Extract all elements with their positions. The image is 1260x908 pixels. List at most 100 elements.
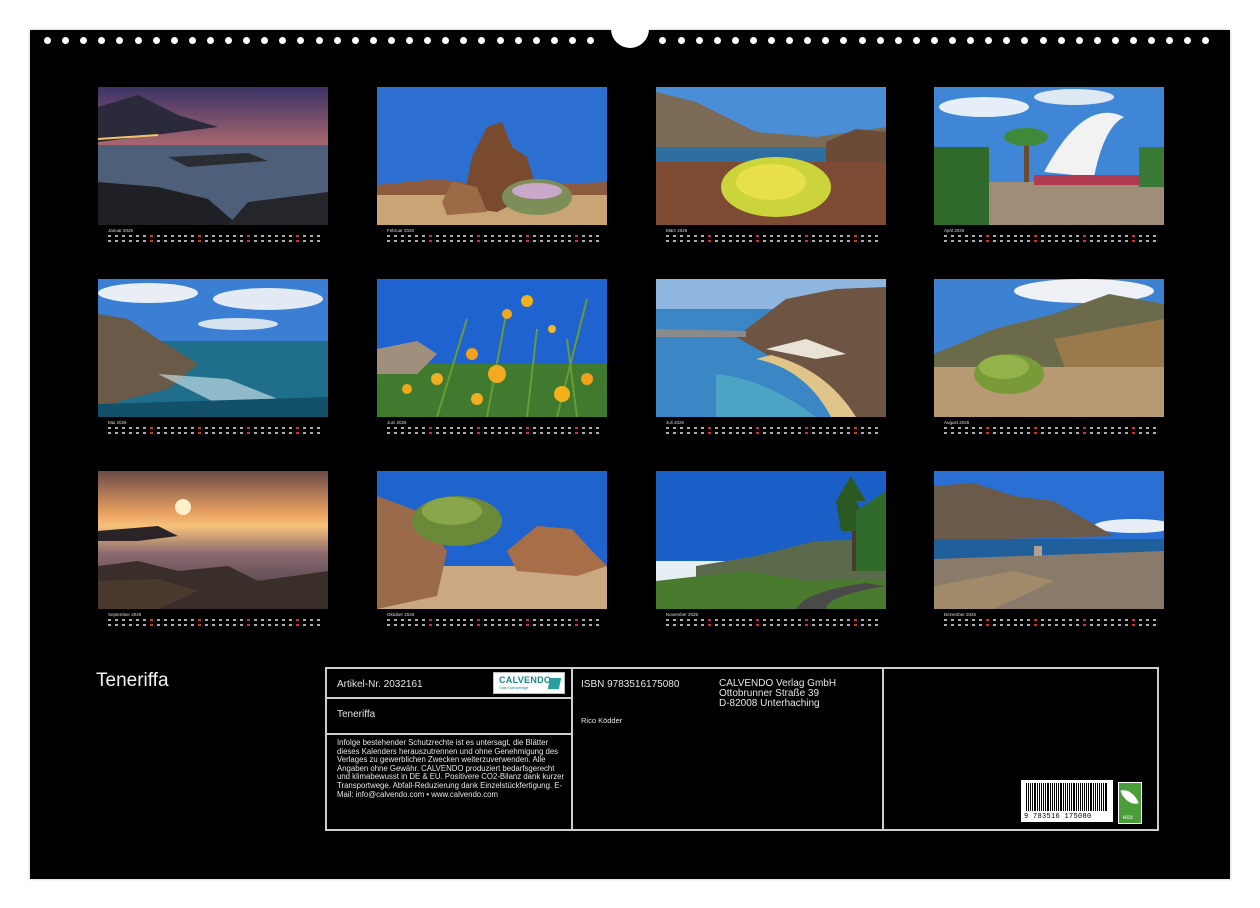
month-november[interactable]: November 2026 [656,471,886,631]
month-january[interactable]: Januar 2026 [98,87,328,247]
date-row [666,432,878,435]
article-number: Artikel-Nr. 2032161 [337,679,423,690]
date-row [387,624,599,627]
binding-hole [243,37,251,44]
calvendo-logo: CALVENDO Gute Kalendertage [493,672,565,694]
publisher: CALVENDO Verlag GmbH Ottobrunner Straße … [719,679,836,709]
eco-badge: eco [1118,782,1142,824]
eco-label: eco [1123,815,1133,821]
binding-hole [822,37,830,44]
month-photo [656,87,886,225]
binding-hole [1093,37,1101,44]
binding-hole [786,37,794,44]
month-april[interactable]: April 2026 [934,87,1164,247]
month-december[interactable]: Dezember 2026 [934,471,1164,631]
month-august[interactable]: August 2026 [934,279,1164,439]
month-october[interactable]: Oktober 2026 [377,471,607,631]
binding-hole [496,37,504,44]
imprint-box: Artikel-Nr. 2032161 CALVENDO Gute Kalend… [325,667,1159,831]
binding-hole [749,37,757,44]
month-february[interactable]: Februar 2026 [377,87,607,247]
month-photo [934,279,1164,417]
month-photo [98,279,328,417]
binding-hole [731,37,739,44]
date-row [387,240,599,243]
weekday-row [944,619,1156,622]
binding-hole [949,37,956,44]
binding-hole [442,37,450,44]
month-july[interactable]: Juli 2026 [656,279,886,439]
binding-hole [387,37,395,44]
binding-hole [1166,37,1174,44]
binding-hole [225,37,232,44]
binding-hole [333,37,341,44]
binding-hole [1202,37,1210,44]
divider [571,669,573,829]
month-march[interactable]: März 2026 [656,87,886,247]
binding-hole [550,37,558,44]
barcode-bars [1026,783,1108,811]
month-photo [98,471,328,609]
weekday-row [108,427,320,430]
month-june[interactable]: Juni 2026 [377,279,607,439]
binding-hole [170,37,178,44]
binding-hole [985,37,993,44]
month-photo [377,471,607,609]
binding-hole [406,37,413,44]
isbn: ISBN 9783516175080 [581,679,680,690]
binding-hole [894,37,902,44]
binding-hole [1111,37,1119,44]
binding-hole [116,37,124,44]
binding-hole [1130,37,1137,44]
month-may[interactable]: Mai 2026 [98,279,328,439]
binding-hole [188,37,196,44]
binding-hole [804,37,812,44]
binding-hole [1075,37,1083,44]
binding-hole [1148,37,1156,44]
binding-hole [134,37,142,44]
binding-hole [1021,37,1029,44]
binding-hole [315,37,323,44]
month-label: Oktober 2026 [387,612,415,617]
binding-hole [478,37,486,44]
publisher-city: D-82008 Unterhaching [719,698,820,709]
weekday-row [666,619,878,622]
binding-hole [695,37,703,44]
month-label: Mai 2026 [108,420,127,425]
divider [882,669,884,829]
binding-hole [351,37,359,44]
date-row [108,624,320,627]
calendar-title: Teneriffa [96,670,169,691]
month-september[interactable]: September 2026 [98,471,328,631]
month-label: Juni 2026 [387,420,407,425]
weekday-row [387,427,599,430]
month-photo [377,87,607,225]
date-row [666,624,878,627]
month-label: August 2026 [944,420,970,425]
month-label: Juli 2026 [666,420,685,425]
binding-hole [840,37,848,44]
binding-hole [297,37,305,44]
month-label: Januar 2026 [108,228,134,233]
date-row [108,432,320,435]
binding-hole [206,37,214,44]
binding-hole [460,37,468,44]
binding-hole [369,37,377,44]
divider [327,697,571,699]
month-photo [98,87,328,225]
binding-hole [677,37,685,44]
binding-hole [1184,37,1192,44]
weekday-row [387,619,599,622]
binding-hole [44,37,51,44]
month-label: Februar 2026 [387,228,415,233]
weekday-row [666,235,878,238]
binding-hole [62,37,70,44]
imprint-title: Teneriffa [337,709,376,720]
leaf-icon [1120,786,1139,808]
binding-hole [858,37,866,44]
month-photo [656,279,886,417]
month-photo [656,471,886,609]
legal-notice: Infolge bestehender Schutzrechte ist es … [337,738,565,799]
date-row [944,432,1156,435]
binding-hole [967,37,975,44]
